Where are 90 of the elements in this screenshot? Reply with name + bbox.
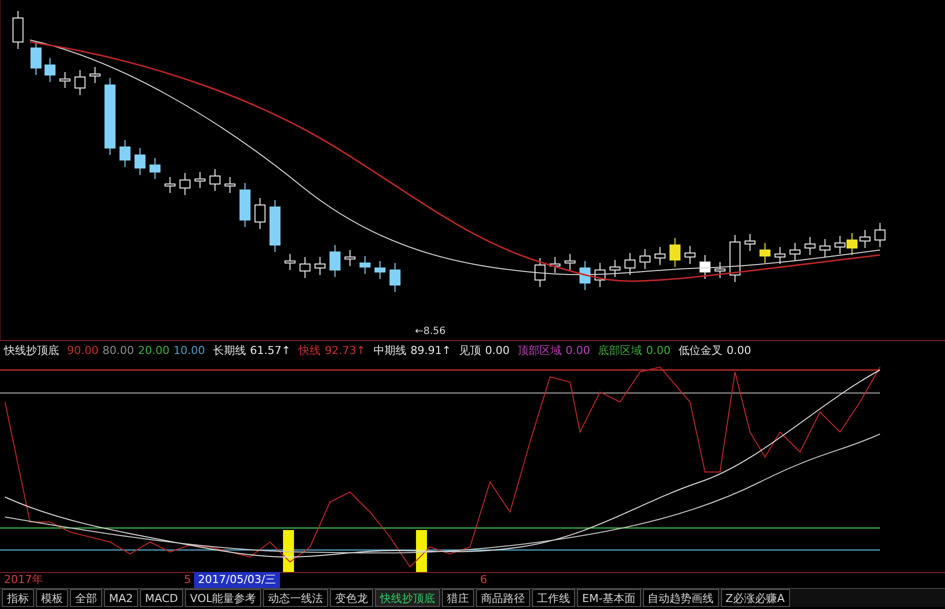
candlestick [150,158,160,180]
candlestick [564,254,576,270]
indicator-tab[interactable]: 快线抄顶底 [375,589,440,607]
level-value: 80.00 [102,343,134,360]
date-label: 6 [480,572,488,588]
indicator-tab[interactable]: VOL能量参考 [185,589,262,607]
date-label: 2017年 [4,572,44,588]
candlestick [594,262,606,288]
candlestick [820,238,830,258]
candlestick [374,260,386,280]
reading-value: 89.91↑ [410,343,452,360]
reading-value: 0.00 [566,343,590,360]
candlestick [224,176,236,194]
candlestick [390,262,400,292]
candlestick [90,66,100,84]
candlestick [684,246,696,264]
candlestick [834,236,846,254]
candlestick [610,260,620,278]
candlestick [240,182,250,228]
candlestick [580,260,590,290]
candlestick [654,246,666,266]
candlestick [194,172,206,188]
indicator-tab[interactable]: 商品路径 [476,589,530,607]
candlestick [12,10,24,50]
reading-value: 61.57↑ [250,343,291,360]
candlestick [774,246,786,264]
reading-label: 长期线 [213,343,246,360]
candlestick [210,168,220,192]
candlestick [60,72,70,88]
candlestick [700,254,710,280]
indicator-tab[interactable]: 变色龙 [330,589,374,607]
reading-value: 0.00 [485,343,510,360]
candlestick [330,244,340,278]
candlestick [790,242,800,262]
level-value: 20.00 [138,343,170,360]
candlestick [846,232,858,256]
candlestick [270,200,280,252]
candlestick [670,238,680,268]
candlestick [344,250,356,266]
indicator-tab[interactable]: Z必涨必赚A [720,589,790,607]
candlestick [874,222,886,248]
indicator-tab[interactable]: 自动趋势画线 [642,589,719,607]
candlestick [254,198,266,230]
candlestick [624,252,636,276]
level-value: 90.00 [67,343,98,360]
reading-value: 92.73↑ [324,343,366,360]
candlestick [640,248,650,270]
indicator-tab[interactable]: EM-基本面 [577,589,641,607]
reading-value: 0.00 [726,343,752,360]
candlestick [44,58,56,82]
candlestick [714,262,726,278]
candlestick [180,172,190,196]
reading-label: 快线 [298,343,321,360]
candlestick [550,256,560,274]
indicator-tab[interactable]: 指标 [2,589,34,607]
reading-label: 顶部区域 [518,343,562,360]
indicator-tab[interactable]: MACD [140,589,183,607]
reading-label: 中期线 [373,343,406,360]
signal-bar [416,530,427,572]
indicator-tab[interactable]: 模板 [36,589,68,607]
candlestick [744,234,756,252]
date-label: 5 [184,572,192,588]
reading-label: 低位金叉 [678,343,723,360]
level-value: 10.00 [174,343,205,360]
candlestick [284,254,296,270]
date-label: 2017/05/03/三 [194,572,280,589]
candlestick [804,236,816,256]
reading-label: 底部区域 [598,343,642,360]
candlestick [134,148,146,176]
indicator-tab[interactable]: 工作线 [532,589,576,607]
indicator-tab[interactable]: 猎庄 [442,589,474,607]
candlestick [314,256,326,276]
signal-bar [283,530,294,572]
reading-value: 0.00 [646,343,671,360]
candlestick [760,242,770,264]
candlestick [534,258,546,288]
candlestick [164,176,176,194]
candlestick [860,230,870,248]
candlestick [74,70,86,96]
reading-label: 见顶 [459,343,482,360]
candlestick [360,256,370,274]
candlestick [30,40,42,76]
candlestick [300,256,310,278]
indicator-tab[interactable]: 动态一线法 [263,589,328,607]
price-label: ←8.56 [415,325,446,339]
indicator-name: 快线抄顶底 [4,343,59,360]
indicator-tab[interactable]: MA2 [104,589,138,607]
candlestick [730,234,740,282]
indicator-tab[interactable]: 全部 [70,589,102,607]
candlestick [120,140,130,168]
